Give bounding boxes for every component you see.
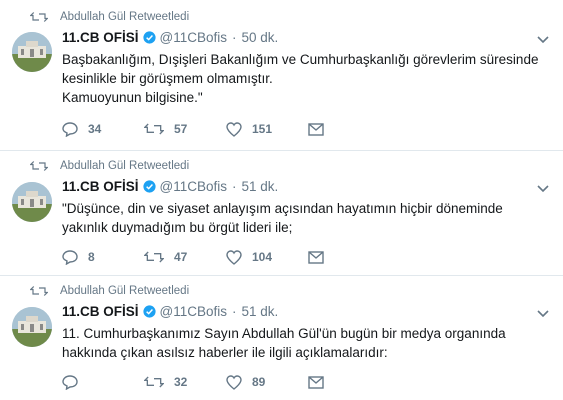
tweet-actions: 32 89 (62, 374, 390, 390)
separator-dot: · (232, 304, 237, 319)
reply-icon (62, 250, 78, 265)
tweet-text-line: yakınlık duymadığım bu örgüt lideri ile; (62, 220, 293, 235)
retweet-count: 32 (174, 375, 188, 389)
like-count: 151 (252, 122, 273, 136)
tweet-text: "Düşünce, din ve siyaset anlayışım açısı… (62, 199, 552, 237)
account-handle[interactable]: @11CBofis (160, 304, 227, 319)
account-name[interactable]: 11.CB OFİSİ (62, 179, 139, 194)
heart-icon (226, 121, 242, 137)
like-count: 104 (252, 250, 273, 264)
tweet-time[interactable]: 51 dk. (242, 179, 279, 194)
separator-dot: · (232, 179, 237, 194)
tweet-header: 11.CB OFİSİ @11CBofis · 50 dk. (62, 30, 278, 45)
chevron-down-icon[interactable] (537, 36, 549, 44)
direct-message-button[interactable] (308, 375, 390, 389)
retweet-icon (144, 251, 164, 263)
separator-dot: · (232, 30, 237, 45)
tweet-header: 11.CB OFİSİ @11CBofis · 51 dk. (62, 179, 278, 194)
tweet-text-line: 11. Cumhurbaşkanımız Sayın Abdullah Gül'… (62, 326, 506, 341)
heart-icon (226, 374, 242, 390)
reply-icon (62, 122, 78, 137)
reply-button[interactable]: 34 (62, 121, 144, 137)
retweet-icon (30, 286, 48, 296)
tweet-text: 11. Cumhurbaşkanımız Sayın Abdullah Gül'… (62, 324, 552, 362)
retweet-context: Abdullah Gül Retweetledi (30, 11, 189, 23)
tweet-3[interactable]: Abdullah Gül Retweetledi 11.CB OFİSİ @11… (0, 276, 563, 400)
like-button[interactable]: 89 (226, 374, 308, 390)
retweet-context: Abdullah Gül Retweetledi (30, 285, 189, 297)
retweet-context: Abdullah Gül Retweetledi (30, 160, 189, 172)
tweet-text-line: Başbakanlığım, Dışişleri Bakanlığım ve C… (62, 52, 539, 67)
reply-count: 8 (88, 250, 95, 264)
tweet-time[interactable]: 50 dk. (242, 30, 279, 45)
account-handle[interactable]: @11CBofis (160, 179, 227, 194)
retweet-button[interactable]: 32 (144, 375, 226, 389)
avatar[interactable] (12, 307, 52, 347)
retweet-button[interactable]: 47 (144, 250, 226, 264)
envelope-icon (308, 122, 324, 136)
account-name[interactable]: 11.CB OFİSİ (62, 304, 139, 319)
chevron-down-icon[interactable] (537, 185, 549, 193)
tweet-1[interactable]: Abdullah Gül Retweetledi 11.CB OFİSİ @11… (0, 0, 563, 150)
tweet-text-line: hakkında çıkan asılsız haberler ile ilgi… (62, 345, 388, 360)
envelope-icon (308, 250, 324, 264)
retweeted-by-label: Abdullah Gül Retweetledi (60, 285, 190, 297)
reply-button[interactable] (62, 374, 144, 390)
avatar[interactable] (12, 32, 52, 72)
tweet-actions: 34 57 151 (62, 121, 390, 137)
retweet-count: 47 (174, 250, 188, 264)
tweet-actions: 8 47 104 (62, 249, 390, 265)
tweet-text: Başbakanlığım, Dışişleri Bakanlığım ve C… (62, 50, 552, 107)
heart-icon (226, 249, 242, 265)
direct-message-button[interactable] (308, 250, 390, 264)
tweet-2[interactable]: Abdullah Gül Retweetledi 11.CB OFİSİ @11… (0, 151, 563, 269)
retweet-button[interactable]: 57 (144, 122, 226, 136)
verified-badge-icon (142, 31, 156, 44)
tweet-text-line: Kamuoyunun bilgisine." (62, 90, 203, 105)
verified-badge-icon (142, 180, 156, 193)
like-button[interactable]: 104 (226, 249, 308, 265)
verified-badge-icon (142, 305, 156, 318)
tweet-header: 11.CB OFİSİ @11CBofis · 51 dk. (62, 304, 278, 319)
direct-message-button[interactable] (308, 122, 390, 136)
retweeted-by-label: Abdullah Gül Retweetledi (60, 160, 190, 172)
retweet-icon (144, 376, 164, 388)
reply-button[interactable]: 8 (62, 249, 144, 265)
envelope-icon (308, 375, 324, 389)
chevron-down-icon[interactable] (537, 310, 549, 318)
account-name[interactable]: 11.CB OFİSİ (62, 30, 139, 45)
reply-count: 34 (88, 122, 102, 136)
retweet-icon (30, 161, 48, 171)
tweet-text-line: "Düşünce, din ve siyaset anlayışım açısı… (62, 201, 503, 216)
tweet-text-line: kesinlikle bir görüşmem olmamıştır. (62, 71, 273, 86)
avatar[interactable] (12, 182, 52, 222)
account-handle[interactable]: @11CBofis (160, 30, 227, 45)
retweet-count: 57 (174, 122, 188, 136)
retweet-icon (144, 123, 164, 135)
retweet-icon (30, 12, 48, 22)
like-count: 89 (252, 375, 266, 389)
reply-icon (62, 375, 78, 390)
tweet-time[interactable]: 51 dk. (242, 304, 279, 319)
like-button[interactable]: 151 (226, 121, 308, 137)
retweeted-by-label: Abdullah Gül Retweetledi (60, 11, 190, 23)
